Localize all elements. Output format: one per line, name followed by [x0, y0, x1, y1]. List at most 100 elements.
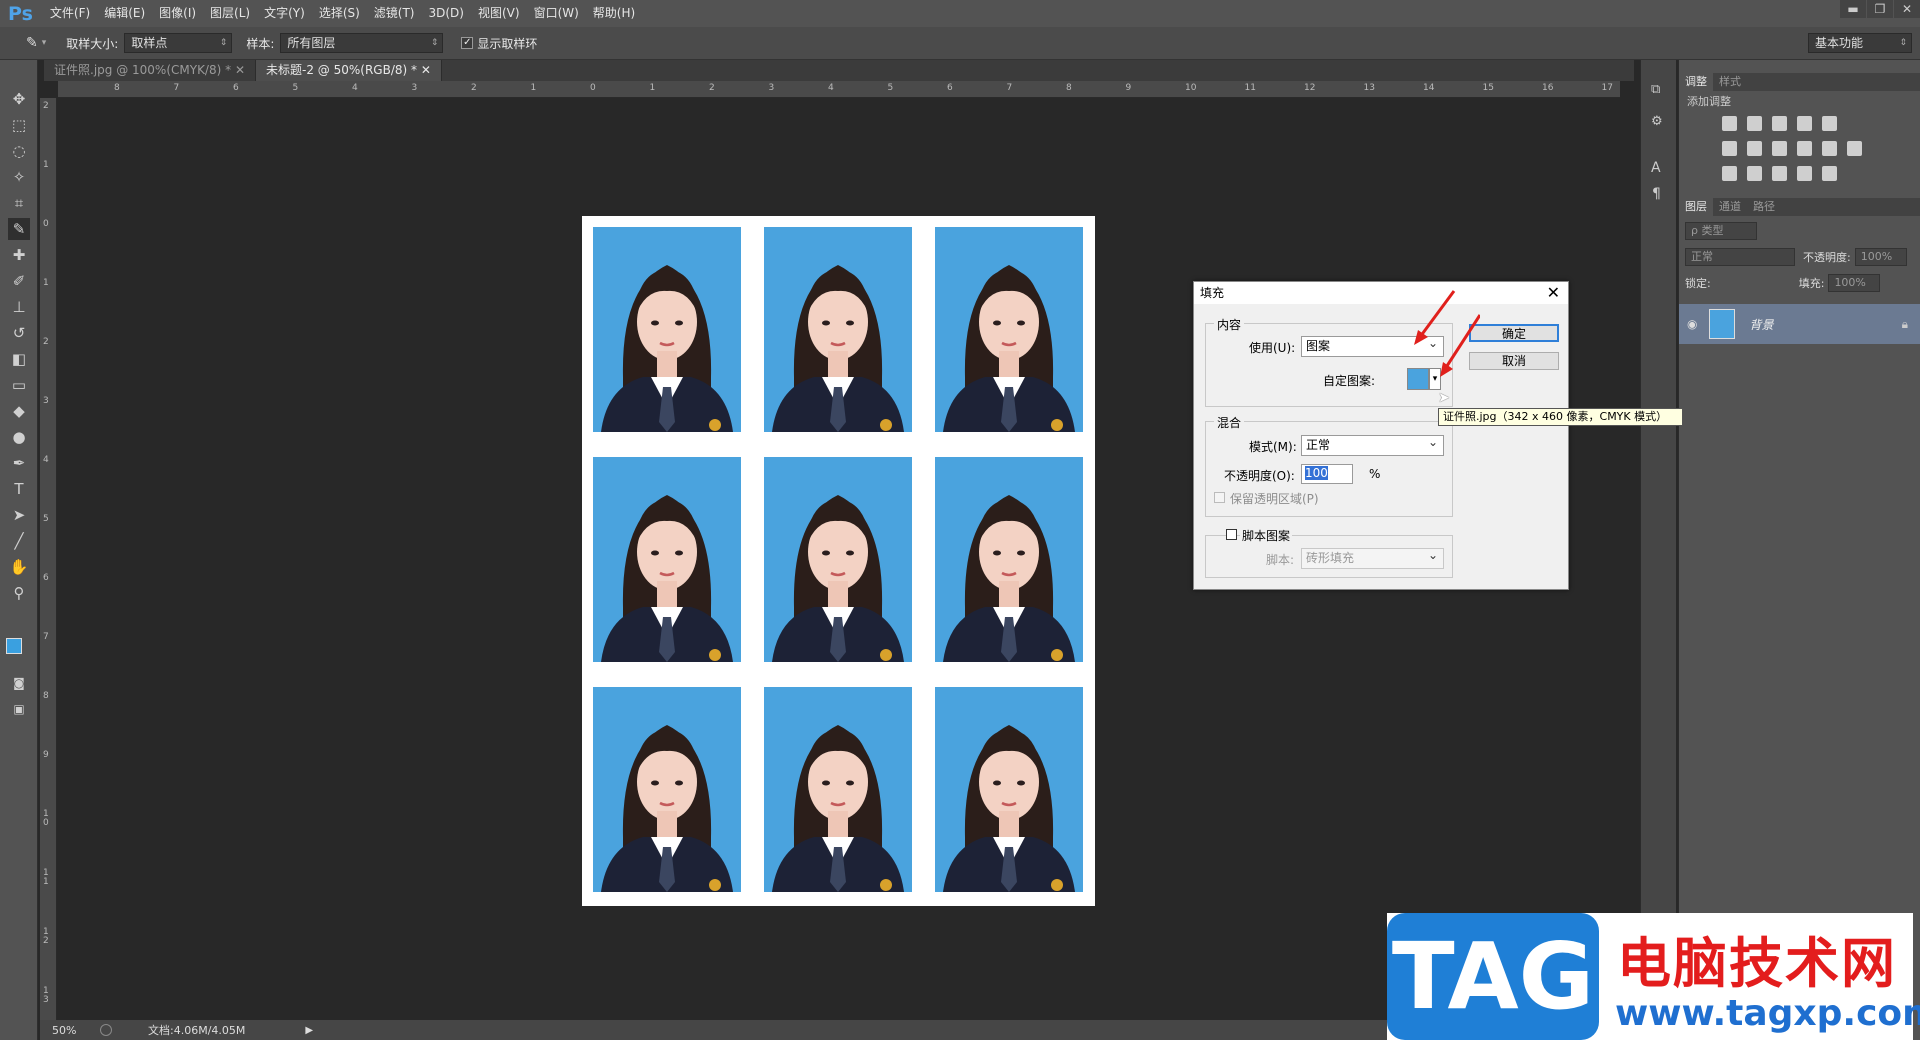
line-tool-icon[interactable]: ╱ — [8, 530, 30, 552]
quick-mask-icon[interactable]: ◙ — [8, 672, 30, 694]
ok-button[interactable]: 确定 — [1469, 324, 1559, 342]
tab-layers[interactable]: 图层 — [1679, 198, 1713, 216]
channel-mixer-icon[interactable] — [1822, 141, 1837, 156]
close-tab-icon[interactable]: ✕ — [421, 63, 431, 77]
restore-button[interactable]: ❐ — [1867, 0, 1893, 18]
tab-channels[interactable]: 通道 — [1713, 198, 1747, 216]
lasso-tool-icon[interactable]: ◌ — [8, 140, 30, 162]
show-ring-checkbox[interactable]: ✓ — [461, 37, 474, 49]
threshold-icon[interactable] — [1772, 166, 1787, 181]
crop-tool-icon[interactable]: ⌗ — [8, 192, 30, 214]
screen-mode-icon[interactable]: ▣ — [8, 698, 30, 720]
fill-field[interactable]: 100% — [1828, 274, 1881, 292]
blend-group-label: 混合 — [1214, 414, 1245, 431]
zoom-level[interactable]: 50% — [52, 1024, 92, 1037]
script-select[interactable]: 砖形填充 — [1301, 546, 1444, 569]
curves-icon[interactable] — [1772, 116, 1787, 131]
annotation-arrowhead-1 — [1414, 330, 1428, 345]
ruler-tick-label: 3 — [411, 83, 418, 93]
menu-layer[interactable]: 图层(L) — [203, 0, 257, 27]
type-tool-icon[interactable]: T — [8, 478, 30, 500]
visibility-eye-icon[interactable]: ◉ — [1687, 317, 1697, 331]
eraser-tool-icon[interactable]: ◧ — [8, 348, 30, 370]
exposure-icon[interactable] — [1797, 116, 1812, 131]
cancel-button[interactable]: 取消 — [1469, 352, 1559, 370]
stamp-tool-icon[interactable]: ⊥ — [8, 296, 30, 318]
menu-window[interactable]: 窗口(W) — [527, 0, 586, 27]
sample-size-select[interactable]: 取样点 — [124, 33, 233, 53]
quick-select-tool-icon[interactable]: ✧ — [8, 166, 30, 188]
history-brush-tool-icon[interactable]: ↺ — [8, 322, 30, 344]
levels-icon[interactable] — [1747, 116, 1762, 131]
properties-panel-icon[interactable]: ⚙ — [1651, 114, 1663, 129]
preserve-transparency-checkbox[interactable] — [1214, 492, 1225, 503]
dialog-close-icon[interactable]: ✕ — [1547, 282, 1560, 304]
menu-view[interactable]: 视图(V) — [471, 0, 527, 27]
hue-saturation-icon[interactable] — [1722, 141, 1737, 156]
menu-edit[interactable]: 编辑(E) — [97, 0, 152, 27]
close-window-button[interactable]: ✕ — [1894, 0, 1920, 18]
dodge-tool-icon[interactable]: ● — [8, 426, 30, 448]
menu-file[interactable]: 文件(F) — [43, 0, 97, 27]
document-canvas[interactable] — [582, 216, 1095, 906]
selective-color-icon[interactable] — [1822, 166, 1837, 181]
vertical-ruler: 2101234567891 01 11 21 3 — [40, 98, 57, 1028]
menu-filter[interactable]: 滤镜(T) — [367, 0, 422, 27]
use-label: 使用(U): — [1249, 341, 1296, 355]
opacity-field[interactable]: 100% — [1854, 248, 1907, 266]
paragraph-panel-icon[interactable]: ¶ — [1652, 186, 1661, 202]
ruler-tick-label: 1 — [649, 83, 656, 93]
photo-filter-icon[interactable] — [1797, 141, 1812, 156]
menu-help[interactable]: 帮助(H) — [586, 0, 642, 27]
script-pattern-checkbox[interactable] — [1226, 529, 1237, 540]
eyedropper-tool-icon[interactable]: ✎ — [8, 218, 30, 240]
brush-tool-icon[interactable]: ✐ — [8, 270, 30, 292]
tab-styles[interactable]: 样式 — [1713, 73, 1747, 91]
move-tool-icon[interactable]: ✥ — [8, 88, 30, 110]
sample-select[interactable]: 所有图层 — [280, 33, 444, 53]
black-white-icon[interactable] — [1772, 141, 1787, 156]
status-info-icon[interactable] — [100, 1024, 112, 1036]
preserve-transparency-label: 保留透明区域(P) — [1230, 492, 1319, 506]
tab-id-photo[interactable]: 证件照.jpg @ 100%(CMYK/8) * ✕ — [44, 60, 256, 81]
opacity-input[interactable]: 100 — [1301, 464, 1353, 484]
character-panel-icon[interactable]: A — [1651, 160, 1661, 176]
workspace-select[interactable]: 基本功能 — [1808, 33, 1912, 53]
minimize-button[interactable]: ▬ — [1840, 0, 1866, 18]
menu-type[interactable]: 文字(Y) — [257, 0, 312, 27]
blend-mode-select[interactable]: 正常 — [1685, 248, 1795, 266]
pen-tool-icon[interactable]: ✒ — [8, 452, 30, 474]
history-panel-icon[interactable]: ⧉ — [1651, 82, 1660, 97]
gradient-map-icon[interactable] — [1797, 166, 1812, 181]
menu-select[interactable]: 选择(S) — [312, 0, 367, 27]
foreground-color-swatch[interactable] — [6, 638, 22, 654]
ruler-tick-label: 16 — [1542, 83, 1554, 93]
eyedropper-icon[interactable]: ✎ — [26, 35, 38, 51]
id-photo — [764, 457, 912, 662]
color-balance-icon[interactable] — [1747, 141, 1762, 156]
gradient-tool-icon[interactable]: ▭ — [8, 374, 30, 396]
tab-untitled-2[interactable]: 未标题-2 @ 50%(RGB/8) * ✕ — [256, 60, 442, 81]
custom-pattern-label: 自定图案: — [1323, 374, 1376, 388]
tool-preset-dropdown-icon[interactable]: ▾ — [42, 38, 47, 48]
brightness-icon[interactable] — [1722, 116, 1737, 131]
posterize-icon[interactable] — [1747, 166, 1762, 181]
invert-icon[interactable] — [1722, 166, 1737, 181]
blur-tool-icon[interactable]: ◆ — [8, 400, 30, 422]
status-arrow-icon[interactable]: ▶ — [305, 1025, 313, 1036]
color-lookup-icon[interactable] — [1847, 141, 1862, 156]
layer-filter-select[interactable]: ρ 类型 — [1685, 222, 1757, 240]
tab-adjustments[interactable]: 调整 — [1679, 73, 1713, 91]
zoom-tool-icon[interactable]: ⚲ — [8, 582, 30, 604]
menu-image[interactable]: 图像(I) — [152, 0, 203, 27]
mode-select[interactable]: 正常 — [1301, 433, 1444, 456]
vibrance-icon[interactable] — [1822, 116, 1837, 131]
healing-brush-tool-icon[interactable]: ✚ — [8, 244, 30, 266]
layer-row-background[interactable]: ◉ 背景 🔒︎ — [1679, 304, 1920, 344]
close-tab-icon[interactable]: ✕ — [235, 63, 245, 77]
menu-3d[interactable]: 3D(D) — [422, 0, 471, 27]
marquee-tool-icon[interactable]: ⬚ — [8, 114, 30, 136]
hand-tool-icon[interactable]: ✋ — [8, 556, 30, 578]
tab-paths[interactable]: 路径 — [1747, 198, 1781, 216]
path-select-tool-icon[interactable]: ➤ — [8, 504, 30, 526]
